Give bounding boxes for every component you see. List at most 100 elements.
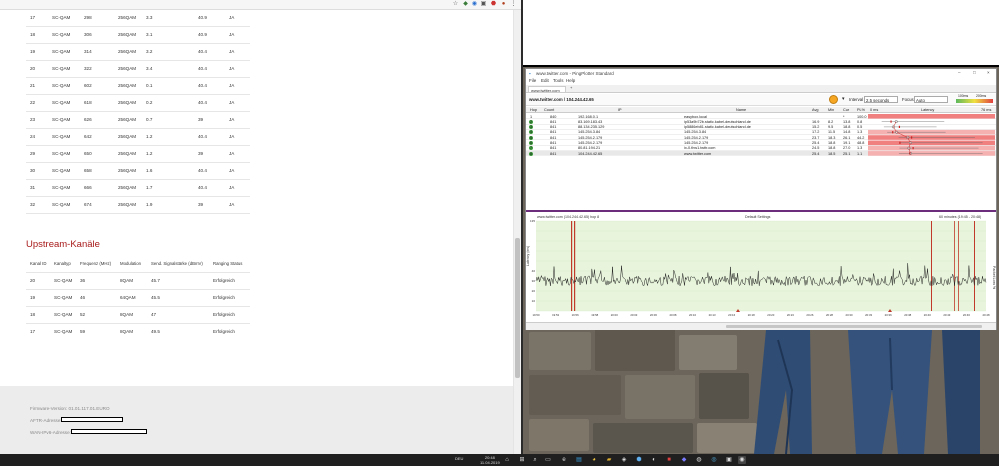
cell-snr: 40.9: [198, 32, 207, 37]
col-count[interactable]: Count: [544, 108, 554, 112]
dropdown-arrow-icon[interactable]: ▾: [842, 96, 845, 102]
col-cur[interactable]: Cur: [843, 108, 849, 112]
interval-select[interactable]: 2.5 seconds: [864, 96, 898, 103]
cell-cur: 13.8: [843, 119, 851, 124]
x-tick-label: 20:08: [669, 313, 676, 317]
new-tab-icon[interactable]: +: [570, 85, 572, 90]
explorer-icon[interactable]: ▰: [605, 456, 613, 464]
col-ip[interactable]: IP: [618, 108, 622, 112]
store-icon[interactable]: ▤: [575, 456, 583, 464]
play-button[interactable]: [829, 95, 838, 104]
col-pl[interactable]: PL%: [857, 108, 865, 112]
cell-id: 17: [30, 329, 36, 334]
close-icon[interactable]: ×: [987, 70, 990, 75]
cell-type: SC-QAM: [52, 202, 71, 207]
col-min[interactable]: Min: [828, 108, 834, 112]
redaction-box: [61, 417, 123, 422]
cell-cur: 25.1: [843, 151, 851, 156]
page-scrollbar[interactable]: [513, 10, 521, 454]
windows-start-icon[interactable]: ⊞: [518, 456, 526, 464]
cell-locked: JA: [229, 32, 235, 37]
cur-marker: [890, 120, 892, 123]
graph-scroll-thumb[interactable]: [726, 325, 982, 328]
cell-power: 3.3: [146, 15, 153, 20]
packet-loss-spike: [571, 221, 573, 311]
cell-locked: JA: [229, 49, 235, 54]
tab-twitter[interactable]: www.twitter.com: [528, 86, 566, 93]
menu-icon[interactable]: ⋮: [510, 1, 517, 8]
cell-mod: 256QAM: [118, 151, 137, 156]
downstream-row: 19 SC-QAM 314 256QAM 3.2 40.4 JA: [26, 44, 250, 61]
app-icon-2[interactable]: ⬢: [635, 456, 643, 464]
task-view-icon[interactable]: ▭: [544, 456, 552, 464]
downstream-row: 20 SC-QAM 322 256QAM 3.4 40.4 JA: [26, 61, 250, 78]
cell-type: SC-QAM: [54, 312, 73, 317]
cell-count: 841: [550, 146, 557, 151]
menu-file[interactable]: File: [529, 78, 536, 83]
puzzle-icon[interactable]: ▣: [480, 1, 487, 8]
cell-mod: 256QAM: [118, 202, 137, 207]
cell-pl: 100.0: [857, 114, 867, 119]
star-icon[interactable]: ☆: [452, 1, 459, 8]
search-icon[interactable]: ⌕: [531, 456, 539, 464]
cell-avg: 16.9: [812, 119, 820, 124]
cell-mod: 256QAM: [118, 185, 137, 190]
app-icon-1[interactable]: ◈: [620, 456, 628, 464]
cell-power: 1.2: [146, 151, 153, 156]
cell-name: ix-0.thw1.twttr.com: [684, 146, 716, 151]
cell-pl: 44.2: [857, 135, 865, 140]
x-tick-label: 20:10: [689, 313, 696, 317]
cell-cur: 18.8: [843, 125, 851, 130]
app-icon-5[interactable]: ◍: [695, 456, 703, 464]
cell-type: SC-QAM: [52, 117, 71, 122]
col-latency[interactable]: Latency: [921, 108, 934, 112]
cell-status: Erfolgreich: [213, 278, 235, 283]
cell-hop: 8: [530, 151, 533, 156]
cell-snr: 40.4: [198, 134, 207, 139]
graph-scrollbar[interactable]: [526, 322, 996, 330]
browser-window: ☆ ◆ ◉ ▣ ⬣ ● ⋮ 17 SC-QAM 298 256QAM 3.3 40.9 JA…: [0, 0, 521, 454]
cell-freq: 626: [84, 117, 92, 122]
app-icon-4[interactable]: ◆: [680, 456, 688, 464]
menu-edit[interactable]: Edit: [541, 78, 549, 83]
cell-cur: *: [843, 114, 845, 119]
col-hop[interactable]: Hop: [530, 108, 537, 112]
col-name[interactable]: Name: [736, 108, 746, 112]
cur-marker: [912, 147, 914, 150]
col-header: Frequenz (MHz): [80, 261, 112, 266]
col-max: 76 ms: [981, 107, 992, 112]
cell-cur: 26.1: [843, 135, 851, 140]
app-icon-3[interactable]: ■: [665, 456, 673, 464]
pingplotter-taskbar-icon[interactable]: ◉: [738, 456, 746, 464]
edge-icon[interactable]: e: [560, 456, 568, 464]
cell-freq: 322: [84, 66, 92, 71]
x-tick-label: 20:20: [767, 313, 774, 317]
system-clock[interactable]: 20:48 11.04.2019: [480, 455, 500, 465]
language-indicator[interactable]: DEU: [455, 456, 463, 461]
profile-icon[interactable]: ●: [500, 1, 507, 8]
menu-help[interactable]: Help: [566, 78, 575, 83]
focus-select[interactable]: Auto: [914, 96, 948, 103]
app-icon-7[interactable]: ▣: [725, 456, 733, 464]
minimize-icon[interactable]: –: [958, 70, 961, 75]
chrome-icon[interactable]: ◕: [590, 456, 598, 464]
cell-type: SC-QAM: [54, 329, 73, 334]
shield-icon[interactable]: ◆: [462, 1, 469, 8]
cell-snr: 40.4: [198, 66, 207, 71]
cell-type: SC-QAM: [52, 32, 71, 37]
steam-icon[interactable]: ◐: [650, 456, 658, 464]
cell-id: 23: [30, 117, 36, 122]
scrollbar-thumb[interactable]: [515, 238, 520, 378]
cell-status: Erfolgreich: [213, 295, 235, 300]
app-icon-6[interactable]: ◎: [710, 456, 718, 464]
cell-locked: JA: [229, 15, 235, 20]
vpn-icon[interactable]: ◉: [471, 1, 478, 8]
wifi-tray-icon[interactable]: ⌂: [503, 456, 511, 464]
abp-icon[interactable]: ⬣: [490, 1, 497, 8]
cell-freq: 602: [84, 83, 92, 88]
col-avg[interactable]: Avg: [812, 108, 818, 112]
cell-id: 20: [30, 278, 36, 283]
menu-tools[interactable]: Tools: [553, 78, 564, 83]
cell-locked: JA: [229, 83, 235, 88]
maximize-icon[interactable]: □: [973, 70, 976, 75]
